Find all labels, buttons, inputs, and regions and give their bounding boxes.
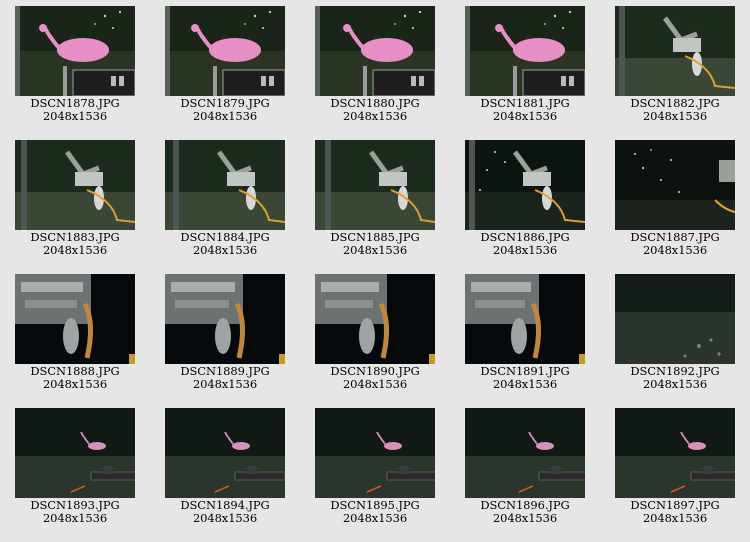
thumbnail-image[interactable] (15, 140, 135, 230)
thumbnail-cell: DSCN1896.JPG 2048x1536 (450, 402, 600, 536)
thumbnail-image[interactable] (165, 274, 285, 364)
thumbnail-image[interactable] (165, 6, 285, 96)
thumbnail-cell: DSCN1886.JPG 2048x1536 (450, 134, 600, 268)
thumbnail-cell: DSCN1888.JPG 2048x1536 (0, 268, 150, 402)
thumbnail-dimensions: 2048x1536 (42, 377, 108, 391)
thumbnail-image[interactable] (15, 408, 135, 498)
thumbnail-cell: DSCN1893.JPG 2048x1536 (0, 402, 150, 536)
thumbnail-image[interactable] (465, 274, 585, 364)
thumbnail-image[interactable] (315, 140, 435, 230)
thumbnail-grid: DSCN1878.JPG 2048x1536 DSCN1879.JPG 2048x1… (0, 0, 750, 542)
thumbnail-dimensions: 2048x1536 (342, 109, 408, 123)
thumbnail-cell: DSCN1897.JPG 2048x1536 (600, 402, 750, 536)
thumbnail-dimensions: 2048x1536 (492, 243, 558, 257)
thumbnail-image[interactable] (165, 408, 285, 498)
thumbnail-cell: DSCN1883.JPG 2048x1536 (0, 134, 150, 268)
thumbnail-cell: DSCN1885.JPG 2048x1536 (300, 134, 450, 268)
thumbnail-image[interactable] (315, 274, 435, 364)
thumbnail-dimensions: 2048x1536 (342, 243, 408, 257)
thumbnail-dimensions: 2048x1536 (642, 243, 708, 257)
thumbnail-cell: DSCN1878.JPG 2048x1536 (0, 0, 150, 134)
thumbnail-dimensions: 2048x1536 (642, 377, 708, 391)
thumbnail-cell: DSCN1895.JPG 2048x1536 (300, 402, 450, 536)
thumbnail-cell: DSCN1891.JPG 2048x1536 (450, 268, 600, 402)
thumbnail-cell: DSCN1879.JPG 2048x1536 (150, 0, 300, 134)
thumbnail-dimensions: 2048x1536 (492, 511, 558, 525)
thumbnail-dimensions: 2048x1536 (492, 377, 558, 391)
thumbnail-image[interactable] (15, 274, 135, 364)
thumbnail-dimensions: 2048x1536 (192, 377, 258, 391)
thumbnail-dimensions: 2048x1536 (342, 511, 408, 525)
thumbnail-image[interactable] (465, 140, 585, 230)
thumbnail-image[interactable] (315, 6, 435, 96)
thumbnail-cell: DSCN1892.JPG 2048x1536 (600, 268, 750, 402)
thumbnail-image[interactable] (465, 408, 585, 498)
thumbnail-dimensions: 2048x1536 (342, 377, 408, 391)
thumbnail-image[interactable] (615, 140, 735, 230)
thumbnail-image[interactable] (615, 408, 735, 498)
thumbnail-dimensions: 2048x1536 (192, 243, 258, 257)
thumbnail-cell: DSCN1890.JPG 2048x1536 (300, 268, 450, 402)
thumbnail-dimensions: 2048x1536 (192, 511, 258, 525)
thumbnail-dimensions: 2048x1536 (642, 109, 708, 123)
thumbnail-image[interactable] (315, 408, 435, 498)
thumbnail-image[interactable] (615, 274, 735, 364)
thumbnail-dimensions: 2048x1536 (42, 109, 108, 123)
thumbnail-dimensions: 2048x1536 (42, 511, 108, 525)
thumbnail-image[interactable] (615, 6, 735, 96)
thumbnail-dimensions: 2048x1536 (492, 109, 558, 123)
thumbnail-cell: DSCN1881.JPG 2048x1536 (450, 0, 600, 134)
thumbnail-cell: DSCN1887.JPG 2048x1536 (600, 134, 750, 268)
thumbnail-cell: DSCN1889.JPG 2048x1536 (150, 268, 300, 402)
thumbnail-dimensions: 2048x1536 (42, 243, 108, 257)
thumbnail-cell: DSCN1884.JPG 2048x1536 (150, 134, 300, 268)
thumbnail-image[interactable] (165, 140, 285, 230)
thumbnail-cell: DSCN1882.JPG 2048x1536 (600, 0, 750, 134)
thumbnail-image[interactable] (15, 6, 135, 96)
thumbnail-image[interactable] (465, 6, 585, 96)
thumbnail-dimensions: 2048x1536 (642, 511, 708, 525)
thumbnail-dimensions: 2048x1536 (192, 109, 258, 123)
thumbnail-cell: DSCN1894.JPG 2048x1536 (150, 402, 300, 536)
thumbnail-cell: DSCN1880.JPG 2048x1536 (300, 0, 450, 134)
